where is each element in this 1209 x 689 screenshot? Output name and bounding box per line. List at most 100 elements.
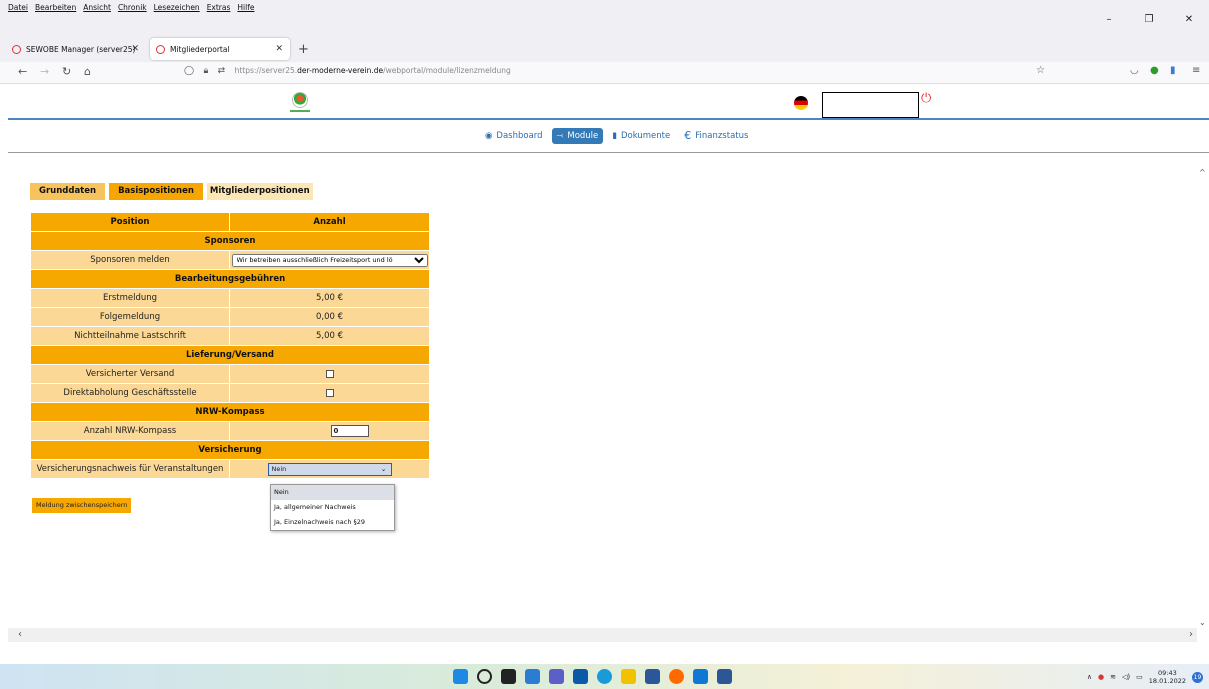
input-cell: 0 [229, 421, 430, 441]
row-label: Nichtteilnahme Lastschrift [29, 326, 231, 346]
scroll-up-icon[interactable]: ^ [1199, 168, 1206, 177]
tab-sewobe-manager[interactable]: SEWOBE Manager (server25) ✕ [6, 38, 146, 60]
versicherungsnachweis-dropdown: Nein Ja, allgemeiner Nachweis Ja, Einzel… [270, 484, 395, 531]
subtab-grunddaten[interactable]: Grunddaten [30, 183, 106, 200]
german-flag-icon[interactable] [794, 96, 808, 110]
battery-icon[interactable]: ▭ [1136, 673, 1143, 681]
nav-finanzstatus[interactable]: € Finanzstatus [679, 126, 753, 145]
calculator-icon[interactable] [645, 669, 660, 684]
table-row: Folgemeldung 0,00 € [29, 307, 430, 327]
address-bar[interactable]: ◯ 🔒︎ ⇄ https://server25.der-moderne-vere… [184, 66, 511, 76]
table-row: Anzahl NRW-Kompass 0 [29, 421, 430, 441]
section-sponsoren: Sponsoren [30, 231, 430, 251]
home-icon[interactable]: ⌂ [84, 65, 91, 78]
mail-icon[interactable] [573, 669, 588, 684]
row-label: Anzahl NRW-Kompass [29, 421, 231, 441]
reload-icon[interactable]: ↻ [62, 65, 71, 78]
vertical-scrollbar[interactable]: ^ ⌄ [1197, 160, 1209, 628]
opera-icon [12, 44, 21, 54]
row-label: Versicherungsnachweis für Veranstaltunge… [29, 459, 231, 479]
section-versicherung: Versicherung [30, 440, 430, 460]
subtab-basispositionen[interactable]: Basispositionen [109, 183, 203, 200]
menu-datei[interactable]: Datei [8, 3, 28, 12]
nrw-kompass-input[interactable]: 0 [330, 425, 369, 437]
edge-icon[interactable] [597, 669, 612, 684]
back-arrow-icon[interactable]: ← [18, 65, 27, 78]
row-value: 0,00 € [229, 307, 430, 327]
subtab-mitgliederpositionen[interactable]: Mitgliederpositionen [206, 183, 313, 200]
dropdown-option[interactable]: Nein [271, 485, 394, 500]
select-cell: Nein ⌄ [229, 459, 430, 479]
menu-chronik[interactable]: Chronik [118, 3, 147, 12]
tab-mitgliederportal[interactable]: Mitgliederportal ✕ [150, 38, 290, 60]
nav-dashboard[interactable]: ◉ Dashboard [480, 128, 548, 144]
dropdown-option[interactable]: Ja, Einzelnachweis nach §29 [271, 515, 394, 530]
direktabholung-checkbox[interactable] [325, 388, 334, 397]
versicherungsnachweis-select[interactable]: Nein ⌄ [267, 462, 392, 476]
position-table: Position Anzahl Sponsoren Sponsoren meld… [29, 212, 430, 479]
horizontal-scrollbar[interactable]: ‹ › [8, 628, 1197, 642]
search-icon[interactable] [477, 669, 492, 684]
table-header-row: Position Anzahl [29, 212, 430, 232]
clock-time: 09:43 [1158, 669, 1177, 677]
teams-chat-icon[interactable] [549, 669, 564, 684]
scroll-right-icon[interactable]: › [1189, 629, 1193, 640]
menu-extras[interactable]: Extras [207, 3, 231, 12]
forward-arrow-icon[interactable]: → [40, 65, 49, 78]
nav-module[interactable]: ⤙ Module [551, 127, 604, 144]
extension-2-icon[interactable]: ▮ [1170, 65, 1176, 76]
pocket-icon[interactable]: ◡ [1130, 65, 1139, 76]
close-tab-icon[interactable]: ✕ [131, 44, 139, 54]
close-window-button[interactable]: ✕ [1169, 14, 1209, 25]
checkbox-cell [229, 383, 430, 403]
maximize-button[interactable]: ❐ [1129, 14, 1169, 25]
row-value: 5,00 € [229, 326, 430, 346]
main-content: Grunddaten Basispositionen Mitgliederpos… [8, 156, 1197, 630]
notification-badge[interactable]: 19 [1192, 671, 1203, 683]
save-draft-button[interactable]: Meldung zwischenspeichern [32, 498, 132, 513]
new-tab-button[interactable]: + [298, 42, 309, 57]
menu-ansicht[interactable]: Ansicht [83, 3, 111, 12]
outlook-icon[interactable] [693, 669, 708, 684]
dropdown-option[interactable]: Ja, allgemeiner Nachweis [271, 500, 394, 515]
share-icon: ⤙ [556, 130, 564, 141]
bookmark-star-icon[interactable]: ☆ [1036, 65, 1045, 76]
menu-hilfe[interactable]: Hilfe [237, 3, 254, 12]
task-view-icon[interactable] [501, 669, 516, 684]
close-tab-icon[interactable]: ✕ [275, 44, 283, 54]
browser-menubar: Datei Bearbeiten Ansicht Chronik Lesezei… [0, 0, 1209, 34]
menu-list: Datei Bearbeiten Ansicht Chronik Lesezei… [8, 3, 254, 12]
sponsoren-select[interactable]: Wir betreiben ausschließlich Freizeitspo… [231, 253, 428, 267]
site-logo[interactable] [292, 92, 308, 108]
tab-title: SEWOBE Manager (server25) [26, 44, 136, 54]
versicherter-versand-checkbox[interactable] [325, 369, 334, 378]
wifi-icon[interactable]: ≋ [1110, 673, 1116, 681]
browser-navbar: ← → ↻ ⌂ ◯ 🔒︎ ⇄ https://server25.der-mode… [0, 62, 1209, 84]
tray-app-icon[interactable]: ● [1098, 673, 1104, 681]
scroll-down-icon[interactable]: ⌄ [1199, 618, 1206, 627]
column-header-position: Position [29, 212, 231, 232]
permissions-icon: ⇄ [217, 66, 226, 76]
clock-date: 18.01.2022 [1148, 677, 1186, 685]
opera-icon [156, 44, 165, 54]
hamburger-menu-icon[interactable]: ≡ [1192, 65, 1200, 76]
widgets-icon[interactable] [525, 669, 540, 684]
volume-icon[interactable]: ◁) [1122, 673, 1130, 681]
power-logout-icon[interactable]: ⏻ [921, 91, 931, 106]
extension-icon[interactable]: ● [1150, 65, 1159, 76]
tray-chevron-icon[interactable]: ∧ [1087, 673, 1092, 681]
windows-start-icon[interactable] [453, 669, 468, 684]
menu-bearbeiten[interactable]: Bearbeiten [35, 3, 76, 12]
word-icon[interactable] [717, 669, 732, 684]
menu-lesezeichen[interactable]: Lesezeichen [154, 3, 200, 12]
firefox-icon[interactable] [669, 669, 684, 684]
user-name-box [822, 92, 919, 118]
dashboard-icon: ◉ [485, 130, 493, 141]
row-value: 5,00 € [229, 288, 430, 308]
site-header: ⏻ [0, 84, 1209, 118]
scroll-left-icon[interactable]: ‹ [18, 629, 22, 640]
nav-dokumente[interactable]: ▮ Dokumente [607, 128, 675, 144]
file-explorer-icon[interactable] [621, 669, 636, 684]
minimize-button[interactable]: – [1089, 14, 1129, 25]
clock[interactable]: 09:43 18.01.2022 [1149, 669, 1186, 685]
